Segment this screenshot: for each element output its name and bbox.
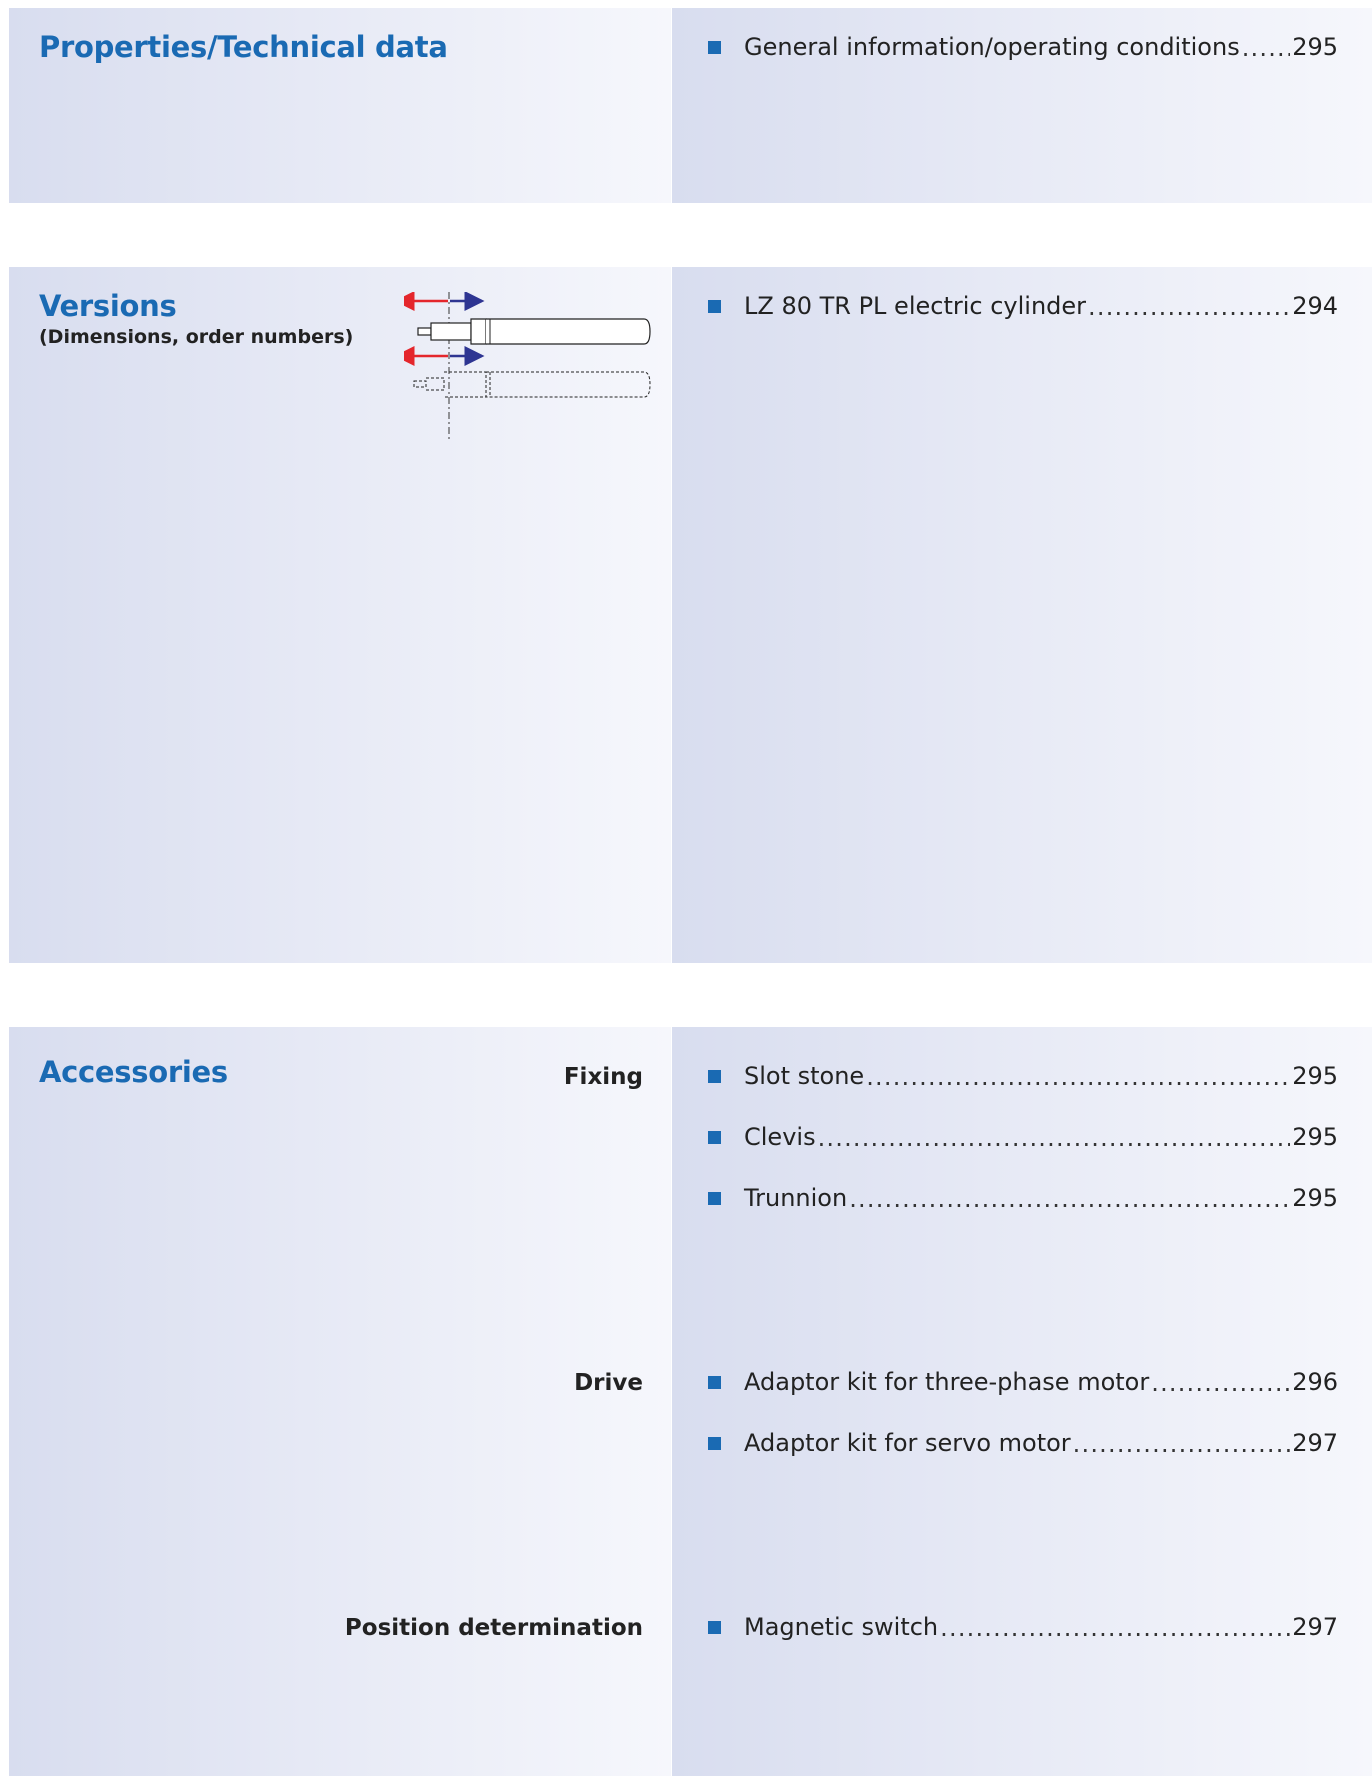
- versions-subtitle: (Dimensions, order numbers): [39, 326, 354, 348]
- square-bullet-icon: [708, 299, 721, 313]
- entry-label: General information/operating conditions: [744, 33, 1240, 61]
- entry-label: Slot stone: [744, 1062, 865, 1090]
- entry-label: Adaptor kit for servo motor: [744, 1429, 1071, 1457]
- list-item[interactable]: LZ 80 TR PL electric cylinder 294: [708, 290, 1338, 322]
- dot-leader: [849, 1185, 1290, 1213]
- square-bullet-icon: [708, 1191, 721, 1205]
- dot-leader: [940, 1614, 1290, 1642]
- properties-right-panel: General information/operating conditions…: [672, 8, 1372, 203]
- square-bullet-icon: [708, 1436, 721, 1450]
- square-bullet-icon: [708, 1130, 721, 1144]
- list-item[interactable]: General information/operating conditions…: [708, 31, 1338, 63]
- dot-leader: [818, 1124, 1291, 1152]
- list-item[interactable]: Adaptor kit for three-phase motor 296: [708, 1366, 1338, 1398]
- entry-label: Trunnion: [744, 1184, 848, 1212]
- square-bullet-icon: [708, 40, 721, 54]
- versions-title: Versions: [39, 289, 177, 323]
- electric-cylinder-diagram-icon: [404, 292, 651, 440]
- square-bullet-icon: [708, 1620, 721, 1634]
- accessories-title: Accessories: [39, 1055, 228, 1089]
- category-fixing: Fixing: [563, 1064, 643, 1090]
- properties-left-panel: Properties/Technical data: [9, 8, 671, 203]
- dot-leader: [1151, 1369, 1290, 1397]
- category-position-determination: Position determination: [344, 1615, 643, 1641]
- entry-label: Magnetic switch: [744, 1613, 939, 1641]
- category-drive: Drive: [574, 1370, 643, 1396]
- square-bullet-icon: [708, 1375, 721, 1389]
- accessories-right-panel: Slot stone 295 Clevis 295 Trunnion 295 A…: [672, 1027, 1372, 1776]
- page-number: 295: [1292, 1062, 1338, 1090]
- versions-left-panel: Versions (Dimensions, order numbers): [9, 267, 671, 963]
- page-number: 297: [1292, 1613, 1338, 1641]
- dot-leader: [866, 1063, 1290, 1091]
- page-number: 296: [1292, 1368, 1338, 1396]
- page-number: 295: [1292, 33, 1338, 61]
- page-number: 297: [1292, 1429, 1338, 1457]
- list-item[interactable]: Adaptor kit for servo motor 297: [708, 1427, 1338, 1459]
- dot-leader: [1088, 293, 1290, 321]
- entry-label: LZ 80 TR PL electric cylinder: [744, 292, 1087, 320]
- list-item[interactable]: Clevis 295: [708, 1121, 1338, 1153]
- dot-leader: [1073, 1430, 1291, 1458]
- entry-label: Adaptor kit for three-phase motor: [744, 1368, 1150, 1396]
- versions-right-panel: LZ 80 TR PL electric cylinder 294: [672, 267, 1372, 963]
- page-number: 295: [1292, 1184, 1338, 1212]
- page-number: 294: [1292, 292, 1338, 320]
- list-item[interactable]: Trunnion 295: [708, 1182, 1338, 1214]
- list-item[interactable]: Magnetic switch 297: [708, 1611, 1338, 1643]
- list-item[interactable]: Slot stone 295: [708, 1060, 1338, 1092]
- page-number: 295: [1292, 1123, 1338, 1151]
- dot-leader: [1242, 34, 1290, 62]
- entry-label: Clevis: [744, 1123, 816, 1151]
- properties-title: Properties/Technical data: [39, 30, 448, 64]
- square-bullet-icon: [708, 1069, 721, 1083]
- accessories-left-panel: Accessories Fixing Drive Position determ…: [9, 1027, 671, 1776]
